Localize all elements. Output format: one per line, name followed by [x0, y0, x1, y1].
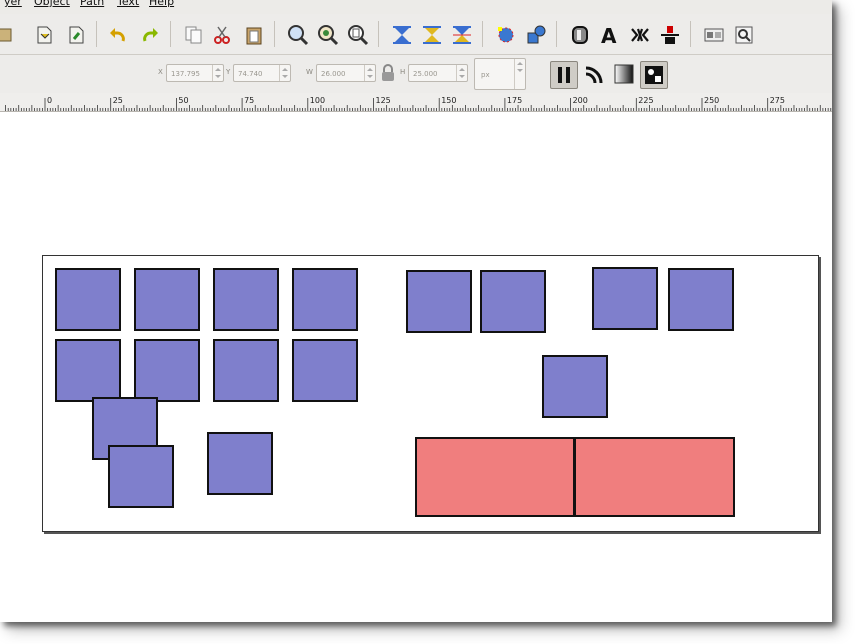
redo-icon[interactable]: [138, 23, 162, 47]
y-field[interactable]: 74.740: [233, 64, 291, 82]
menu-layer[interactable]: yer: [4, 0, 22, 8]
ruler-label: 225: [638, 96, 653, 105]
y-label: Y: [226, 68, 231, 76]
ruler-label: 75: [244, 96, 254, 105]
x-value: 137.795: [171, 70, 200, 78]
blue-square-3[interactable]: [213, 268, 279, 331]
red-rectangle-1[interactable]: [415, 437, 575, 517]
menu-text[interactable]: Text: [117, 0, 139, 8]
ruler-label: 0: [47, 96, 52, 105]
y-value: 74.740: [238, 70, 263, 78]
align-bottom-icon[interactable]: [450, 23, 474, 47]
move-pattern-icon[interactable]: [640, 61, 668, 89]
svg-text:A: A: [601, 24, 617, 46]
menu-path[interactable]: Path: [80, 0, 104, 8]
ruler-label: 175: [507, 96, 522, 105]
copy-icon[interactable]: [182, 23, 206, 47]
open-icon[interactable]: [0, 23, 16, 47]
inkscape-window: yer Object Path Text Help A X 137.795 Y …: [0, 0, 832, 622]
ruler-label: 200: [573, 96, 588, 105]
unit-value: px: [481, 71, 490, 79]
ruler-label: 150: [441, 96, 456, 105]
horizontal-ruler[interactable]: 0 25 50 75 100 125 150 175 200 225 250 275: [0, 93, 832, 112]
blue-square-14[interactable]: [592, 267, 658, 330]
x-field[interactable]: 137.795: [166, 64, 224, 82]
undo-icon[interactable]: [106, 23, 130, 47]
red-rectangle-2[interactable]: [574, 437, 735, 517]
export-icon[interactable]: [64, 23, 88, 47]
w-value: 26.000: [321, 70, 346, 78]
w-field[interactable]: 26.000: [316, 64, 376, 82]
x-label: X: [158, 68, 163, 76]
paste-icon[interactable]: [242, 23, 266, 47]
ruler-label: 25: [113, 96, 123, 105]
drawing-canvas[interactable]: [0, 112, 832, 622]
ruler-label: 100: [310, 96, 325, 105]
blue-square-4[interactable]: [292, 268, 358, 331]
blue-square-6[interactable]: [134, 339, 200, 402]
blue-square-7[interactable]: [213, 339, 279, 402]
align-top-icon[interactable]: [390, 23, 414, 47]
blue-square-13[interactable]: [480, 270, 546, 333]
xml-editor-icon[interactable]: [628, 23, 652, 47]
lock-icon[interactable]: [380, 64, 396, 82]
h-label: H: [400, 68, 406, 76]
h-field[interactable]: 25.000: [408, 64, 468, 82]
blue-square-1[interactable]: [55, 268, 121, 331]
blue-square-15[interactable]: [668, 268, 734, 331]
ruler-label: 50: [178, 96, 188, 105]
zoom-page-icon[interactable]: [346, 23, 370, 47]
align-middle-icon[interactable]: [420, 23, 444, 47]
ruler-label: 275: [770, 96, 785, 105]
menu-object[interactable]: Object: [34, 0, 70, 8]
w-label: W: [306, 68, 313, 76]
ruler-ticks: 0 25 50 75 100 125 150 175 200 225 250 275: [5, 96, 832, 111]
scale-radius-icon[interactable]: [582, 62, 606, 86]
h-value: 25.000: [413, 70, 438, 78]
node-edit-icon[interactable]: [494, 23, 518, 47]
blue-square-5[interactable]: [55, 339, 121, 402]
blue-square-16[interactable]: [542, 355, 608, 418]
zoom-drawing-icon[interactable]: [316, 23, 340, 47]
scale-stroke-icon[interactable]: [550, 61, 578, 89]
document-properties-icon[interactable]: [732, 23, 756, 47]
zoom-selection-icon[interactable]: [286, 23, 310, 47]
cut-icon[interactable]: [210, 23, 234, 47]
ruler-label: 250: [704, 96, 719, 105]
import-icon[interactable]: [32, 23, 56, 47]
unit-select[interactable]: px: [474, 58, 526, 90]
blue-square-11[interactable]: [207, 432, 273, 495]
ruler-label: 125: [376, 96, 391, 105]
text-icon[interactable]: A: [598, 23, 622, 47]
align-distribute-icon[interactable]: [658, 23, 682, 47]
blue-square-10[interactable]: [108, 445, 174, 508]
command-toolbar: A: [0, 14, 832, 55]
page-border: [42, 255, 819, 532]
transform-icon[interactable]: [524, 23, 548, 47]
blue-square-8[interactable]: [292, 339, 358, 402]
move-gradient-icon[interactable]: [612, 62, 636, 86]
menu-help[interactable]: Help: [149, 0, 174, 8]
blue-square-2[interactable]: [134, 268, 200, 331]
fill-stroke-icon[interactable]: [568, 23, 592, 47]
blue-square-12[interactable]: [406, 270, 472, 333]
preferences-icon[interactable]: [702, 23, 726, 47]
menu-bar: yer Object Path Text Help: [0, 0, 832, 14]
